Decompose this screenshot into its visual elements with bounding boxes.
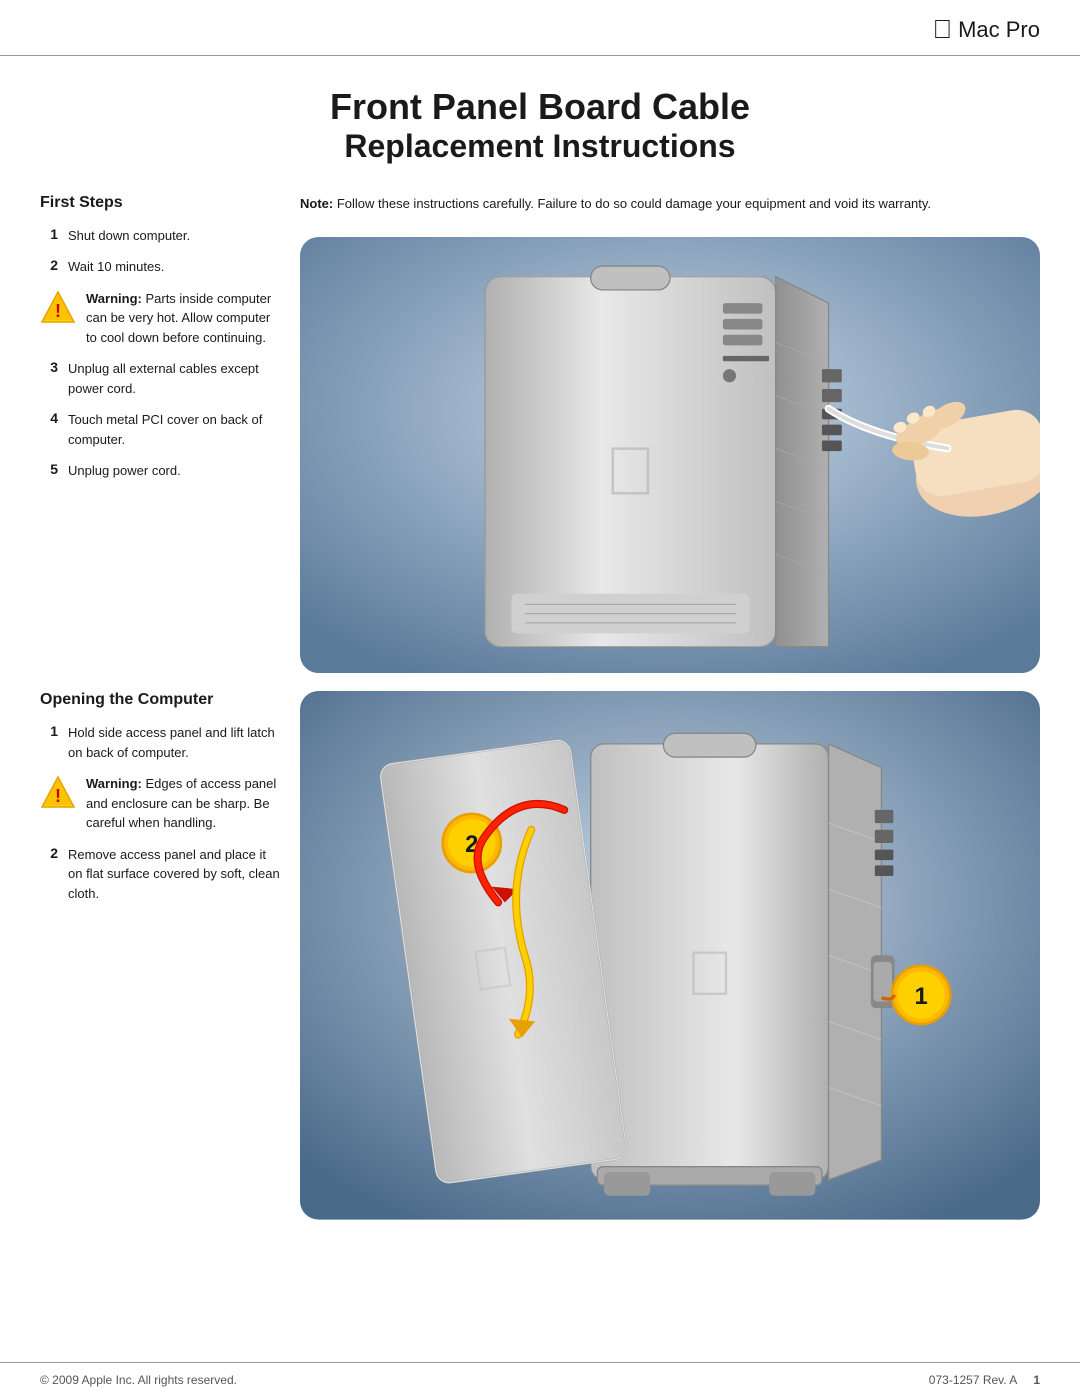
- step-3-text: Unplug all external cables except power …: [68, 359, 280, 398]
- svg-text:: : [467, 934, 519, 1004]
- title-block: Front Panel Board Cable Replacement Inst…: [40, 86, 1040, 166]
- opening-step-2-number: 2: [40, 845, 58, 861]
- svg-text:1: 1: [914, 984, 927, 1011]
- step-2-number: 2: [40, 257, 58, 273]
- product-name: Mac Pro: [958, 17, 1040, 43]
- top-illustration: : [300, 237, 1040, 673]
- warning-2: ! Warning: Edges of access panel and enc…: [40, 774, 280, 833]
- step-5: 5 Unplug power cord.: [40, 461, 280, 481]
- step-2-text: Wait 10 minutes.: [68, 257, 164, 277]
- footer-page-number: 1: [1033, 1373, 1040, 1387]
- step-5-text: Unplug power cord.: [68, 461, 181, 481]
- note-text: Follow these instructions carefully. Fai…: [337, 196, 931, 211]
- svg-text:: : [686, 939, 734, 1009]
- step-4-number: 4: [40, 410, 58, 426]
- opening-heading: Opening the Computer: [40, 691, 280, 709]
- first-steps-right: Note: Follow these instructions carefull…: [300, 194, 1040, 674]
- apple-logo-icon: : [933, 14, 953, 45]
- step-3: 3 Unplug all external cables except powe…: [40, 359, 280, 398]
- warning-2-text: Warning: Edges of access panel and enclo…: [86, 774, 280, 833]
- footer-copyright: © 2009 Apple Inc. All rights reserved.: [40, 1373, 237, 1387]
- opening-right: : [300, 691, 1040, 1220]
- header-logo:  Mac Pro: [933, 14, 1040, 45]
- step-5-number: 5: [40, 461, 58, 477]
- title-line1: Front Panel Board Cable: [40, 86, 1040, 127]
- page-header:  Mac Pro: [0, 0, 1080, 56]
- first-steps-left: First Steps 1 Shut down computer. 2 Wait…: [40, 194, 300, 674]
- svg-text:!: !: [55, 786, 61, 806]
- opening-step-1: 1 Hold side access panel and lift latch …: [40, 723, 280, 762]
- warning-triangle-2-icon: !: [40, 774, 76, 810]
- note-block: Note: Follow these instructions carefull…: [300, 194, 1040, 214]
- step-4-text: Touch metal PCI cover on back of compute…: [68, 410, 280, 449]
- step-3-number: 3: [40, 359, 58, 375]
- svg-text:!: !: [55, 301, 61, 321]
- opening-step-2: 2 Remove access panel and place it on fl…: [40, 845, 280, 904]
- warning-triangle-icon: !: [40, 289, 76, 325]
- footer-right: 073-1257 Rev. A 1: [929, 1373, 1040, 1387]
- opening-left: Opening the Computer 1 Hold side access …: [40, 691, 300, 1220]
- first-steps-section: First Steps 1 Shut down computer. 2 Wait…: [40, 194, 1040, 674]
- warning-1-bold: Warning:: [86, 291, 142, 306]
- page-footer: © 2009 Apple Inc. All rights reserved. 0…: [0, 1362, 1080, 1397]
- warning-2-bold: Warning:: [86, 776, 142, 791]
- bottom-illustration: : [300, 691, 1040, 1220]
- step-1: 1 Shut down computer.: [40, 226, 280, 246]
- step-4: 4 Touch metal PCI cover on back of compu…: [40, 410, 280, 449]
- main-content: Front Panel Board Cable Replacement Inst…: [0, 56, 1080, 1280]
- step-1-text: Shut down computer.: [68, 226, 190, 246]
- step-2: 2 Wait 10 minutes.: [40, 257, 280, 277]
- opening-step-1-text: Hold side access panel and lift latch on…: [68, 723, 280, 762]
- svg-text:: : [605, 433, 657, 510]
- opening-section: Opening the Computer 1 Hold side access …: [40, 691, 1040, 1220]
- step-1-number: 1: [40, 226, 58, 242]
- warning-1: ! Warning: Parts inside computer can be …: [40, 289, 280, 348]
- title-line2: Replacement Instructions: [40, 127, 1040, 165]
- note-label: Note:: [300, 196, 333, 211]
- warning-1-text: Warning: Parts inside computer can be ve…: [86, 289, 280, 348]
- opening-step-2-text: Remove access panel and place it on flat…: [68, 845, 280, 904]
- first-steps-heading: First Steps: [40, 194, 280, 212]
- opening-step-1-number: 1: [40, 723, 58, 739]
- footer-doc-number: 073-1257 Rev. A: [929, 1373, 1017, 1387]
